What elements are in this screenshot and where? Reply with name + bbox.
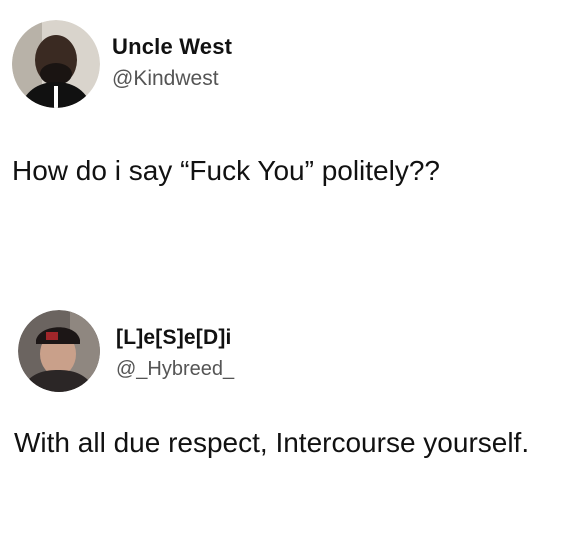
tweet-2: [L]e[S]e[D]i @_Hybreed_ With all due res… — [0, 270, 582, 560]
display-name[interactable]: Uncle West — [112, 34, 232, 60]
profile-photo-avatar-icon — [18, 310, 100, 392]
avatar[interactable] — [18, 310, 100, 392]
tweet-1: Uncle West @Kindwest How do i say “Fuck … — [0, 0, 582, 270]
handle[interactable]: @_Hybreed_ — [116, 358, 234, 381]
handle[interactable]: @Kindwest — [112, 67, 219, 91]
tweet-text: With all due respect, Intercourse yourse… — [14, 427, 530, 458]
display-name[interactable]: [L]e[S]e[D]i — [116, 326, 232, 350]
avatar[interactable] — [12, 20, 100, 108]
profile-photo-avatar-icon — [12, 20, 100, 108]
tweet-text: How do i say “Fuck You” politely?? — [12, 155, 440, 186]
